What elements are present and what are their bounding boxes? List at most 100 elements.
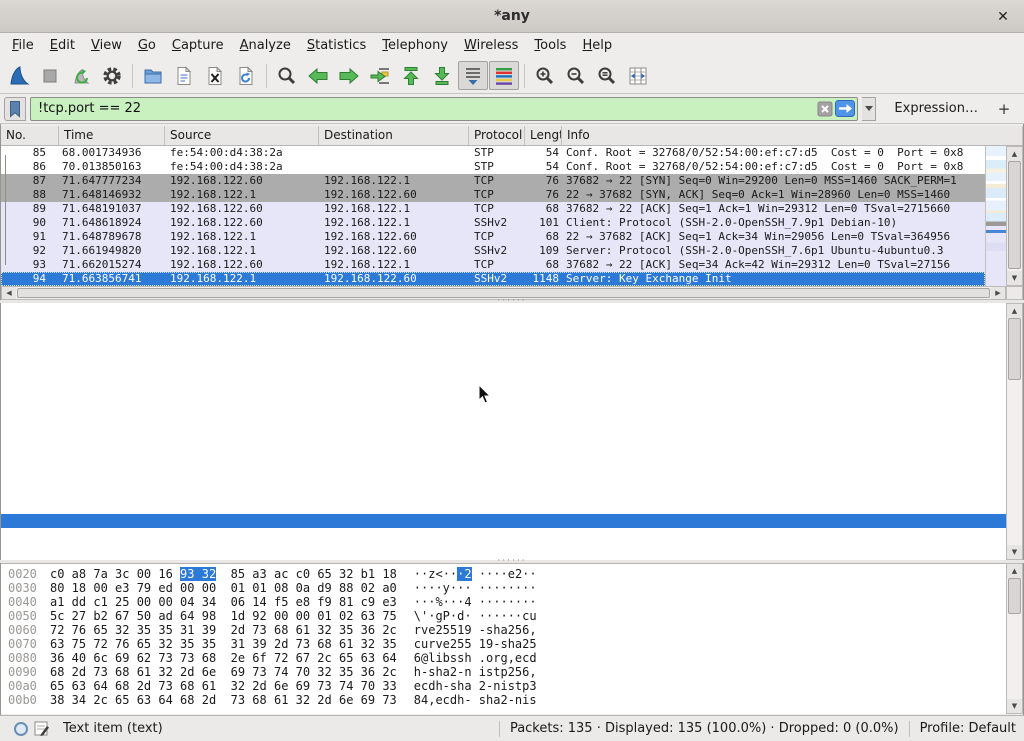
packet-row[interactable]: 89 71.648191037 192.168.122.60 192.168.1… <box>1 202 985 216</box>
menu-item[interactable]: Tools <box>526 35 574 56</box>
go-to-packet-icon[interactable] <box>365 61 395 90</box>
scroll-right-icon[interactable]: ▶ <box>991 287 1005 299</box>
expert-info-icon[interactable] <box>14 722 28 736</box>
packet-row[interactable]: 92 71.661949820 192.168.122.1 192.168.12… <box>1 244 985 258</box>
scroll-up-icon[interactable]: ▲ <box>1007 147 1022 161</box>
scroll-left-icon[interactable]: ◀ <box>2 287 16 299</box>
hex-row[interactable]: 006072 76 65 32 35 35 31 39 2d 73 68 61 … <box>8 623 1006 637</box>
detail-line[interactable]: TCP payload (1080 bytes) <box>1 528 1006 542</box>
packet-row[interactable]: 85 68.001734936 fe:54:00:d4:38:2a STP 54… <box>1 146 985 160</box>
detail-line[interactable]: Window size value: 227 <box>1 402 1006 416</box>
go-to-top-icon[interactable] <box>396 61 426 90</box>
packet-row[interactable]: 87 71.647777234 192.168.122.60 192.168.1… <box>1 174 985 188</box>
restart-capture-icon[interactable] <box>66 61 96 90</box>
hex-row[interactable]: 0020c0 a8 7a 3c 00 16 93 32 85 a3 ac c0 … <box>8 567 1006 581</box>
menu-item[interactable]: Edit <box>42 35 83 56</box>
go-back-icon[interactable] <box>303 61 333 90</box>
menu-item[interactable]: Telephony <box>374 35 456 56</box>
filter-value[interactable]: !tcp.port == 22 <box>38 101 815 116</box>
packet-row[interactable]: 88 71.648146932 192.168.122.1 192.168.12… <box>1 188 985 202</box>
detail-line[interactable]: Flags: 0x018 (PSH, ACK) <box>1 388 1006 402</box>
hex-row[interactable]: 00a065 63 64 68 2d 73 68 61 32 2d 6e 69 … <box>8 679 1006 693</box>
detail-line[interactable]: [Stream index: 0] <box>1 304 1006 318</box>
detail-line[interactable]: Sequence number: 42 (relative sequence n… <box>1 332 1006 346</box>
detail-line[interactable]: [Timestamps] <box>1 514 1006 528</box>
column-header-no[interactable]: No. <box>1 126 59 145</box>
detail-line[interactable]: [TCP Segment Len: 1080] <box>1 318 1006 332</box>
save-file-icon[interactable] <box>169 61 199 90</box>
stop-capture-icon[interactable] <box>35 61 65 90</box>
menu-item[interactable]: Analyze <box>232 35 299 56</box>
packet-row[interactable]: 86 70.013850163 fe:54:00:d4:38:2a STP 54… <box>1 160 985 174</box>
display-filter-input[interactable]: !tcp.port == 22 <box>30 97 858 121</box>
detail-line[interactable]: Acknowledgment number: 34 (relative ack … <box>1 360 1006 374</box>
hex-row[interactable]: 0040a1 dd c1 25 00 00 04 34 06 14 f5 e8 … <box>8 595 1006 609</box>
scrollbar-thumb[interactable] <box>1008 161 1021 269</box>
apply-filter-icon[interactable] <box>835 100 855 118</box>
detail-line[interactable]: [Checksum Status: Unverified] <box>1 458 1006 472</box>
zoom-out-icon[interactable] <box>561 61 591 90</box>
scroll-up-icon[interactable]: ▲ <box>1007 304 1022 318</box>
intelligent-scrollbar-minimap[interactable] <box>985 146 1006 286</box>
auto-scroll-icon[interactable] <box>458 61 488 90</box>
column-header-destination[interactable]: Destination <box>319 126 469 145</box>
column-header-protocol[interactable]: Protocol <box>469 126 525 145</box>
hex-row[interactable]: 00b038 34 2c 65 63 64 68 2d 73 68 61 32 … <box>8 693 1006 707</box>
detail-line[interactable]: [Window size scaling factor: 128] <box>1 430 1006 444</box>
detail-line[interactable]: Checksum: 0x79ed [unverified] <box>1 444 1006 458</box>
hex-row[interactable]: 008036 40 6c 69 62 73 73 68 2e 6f 72 67 … <box>8 651 1006 665</box>
add-filter-button[interactable]: + <box>992 100 1016 118</box>
scrollbar-thumb[interactable] <box>1008 578 1021 614</box>
scroll-down-icon[interactable]: ▼ <box>1007 699 1022 713</box>
go-to-bottom-icon[interactable] <box>427 61 457 90</box>
start-capture-icon[interactable] <box>4 61 34 90</box>
capture-options-icon[interactable] <box>97 61 127 90</box>
close-icon[interactable]: ✕ <box>992 6 1014 28</box>
close-file-icon[interactable] <box>200 61 230 90</box>
detail-line[interactable]: SSH Protocol <box>1 542 1006 556</box>
details-scrollbar[interactable]: ▲ ▼ <box>1006 303 1023 560</box>
column-header-info[interactable]: Info <box>562 126 1023 145</box>
menu-item[interactable]: Wireless <box>456 35 526 56</box>
detail-line[interactable]: Urgent pointer: 0 <box>1 472 1006 486</box>
detail-line[interactable]: Options: (12 bytes), No-Operation (NOP),… <box>1 486 1006 500</box>
hex-row[interactable]: 00505c 27 b2 67 50 ad 64 98 1d 92 00 00 … <box>8 609 1006 623</box>
bytes-scrollbar[interactable]: ▲ ▼ <box>1006 563 1023 714</box>
packet-row[interactable]: 94 71.663856741 192.168.122.1 192.168.12… <box>1 272 985 286</box>
scroll-down-icon[interactable]: ▼ <box>1007 545 1022 559</box>
column-header-time[interactable]: Time <box>59 126 165 145</box>
title-bar[interactable]: *any ✕ <box>0 0 1024 33</box>
column-header-length[interactable]: Length <box>525 126 562 145</box>
zoom-in-icon[interactable] <box>530 61 560 90</box>
bookmark-icon[interactable] <box>4 97 26 121</box>
packet-list-scrollbar[interactable]: ▲ ▼ <box>1006 146 1023 286</box>
detail-line[interactable]: [Calculated window size: 29056] <box>1 416 1006 430</box>
capture-comment-icon[interactable] <box>34 721 49 736</box>
find-packet-icon[interactable] <box>272 61 302 90</box>
menu-item[interactable]: Statistics <box>299 35 374 56</box>
detail-line[interactable]: [SEQ/ACK analysis] <box>1 500 1006 514</box>
hex-row[interactable]: 007063 75 72 76 65 32 35 35 31 39 2d 73 … <box>8 637 1006 651</box>
packet-row[interactable]: 90 71.648618924 192.168.122.60 192.168.1… <box>1 216 985 230</box>
go-forward-icon[interactable] <box>334 61 364 90</box>
filter-history-icon[interactable] <box>862 97 876 121</box>
menu-item[interactable]: View <box>83 35 130 56</box>
hex-row[interactable]: 009068 2d 73 68 61 32 2d 6e 69 73 74 70 … <box>8 665 1006 679</box>
expression-button[interactable]: Expression… <box>880 101 988 116</box>
zoom-100-icon[interactable] <box>592 61 622 90</box>
packet-row[interactable]: 93 71.662015274 192.168.122.60 192.168.1… <box>1 258 985 272</box>
menu-item[interactable]: Go <box>130 35 164 56</box>
clear-filter-icon[interactable] <box>815 100 835 118</box>
hex-row[interactable]: 003080 18 00 e3 79 ed 00 00 01 01 08 0a … <box>8 581 1006 595</box>
detail-line[interactable]: [Next sequence number: 1122 (relative se… <box>1 346 1006 360</box>
colorize-icon[interactable] <box>489 61 519 90</box>
detail-line[interactable]: 1000 .... = Header Length: 32 bytes (8) <box>1 374 1006 388</box>
profile-label[interactable]: Profile: Default <box>920 721 1016 736</box>
packet-row[interactable]: 91 71.648789678 192.168.122.1 192.168.12… <box>1 230 985 244</box>
menu-item[interactable]: Help <box>574 35 620 56</box>
reload-file-icon[interactable] <box>231 61 261 90</box>
open-file-icon[interactable] <box>138 61 168 90</box>
menu-item[interactable]: Capture <box>164 35 232 56</box>
scrollbar-thumb[interactable] <box>1008 318 1021 380</box>
scroll-up-icon[interactable]: ▲ <box>1007 564 1022 578</box>
